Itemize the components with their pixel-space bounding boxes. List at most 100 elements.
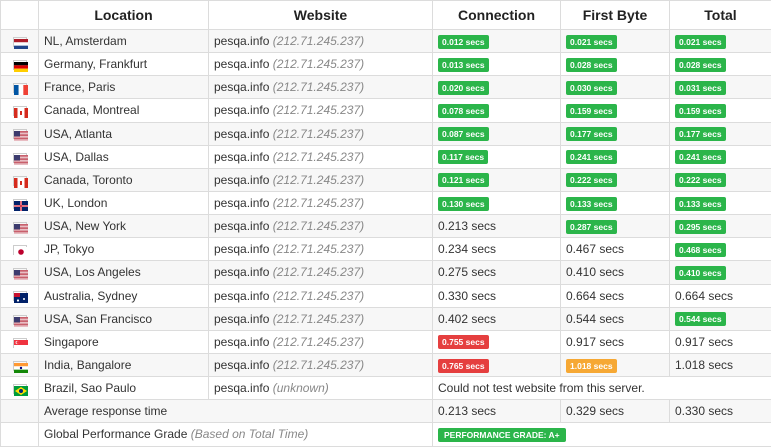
first-byte-cell: 1.018 secs	[560, 352, 670, 378]
website-name: pesqa.info	[214, 358, 270, 373]
location-cell: JP, Tokyo	[38, 237, 209, 262]
first-byte-cell: 0.917 secs	[560, 329, 670, 354]
connection-cell: 0.765 secs	[432, 352, 561, 378]
uk-flag-icon	[12, 198, 28, 211]
website-name: pesqa.info	[214, 334, 270, 349]
website-cell: pesqa.info (212.71.245.237)	[208, 52, 433, 77]
table-row: Canada, Toronto pesqa.info (212.71.245.23…	[0, 167, 771, 192]
location-cell: Germany, Frankfurt	[38, 52, 209, 77]
flag-cell	[0, 422, 39, 447]
total-cell-badge: 0.410 secs	[675, 265, 726, 280]
table-row: France, Paris pesqa.info (212.71.245.237)…	[0, 75, 771, 100]
total-cell-badge: 0.159 secs	[675, 103, 726, 118]
ip-address: (212.71.245.237)	[272, 334, 365, 349]
first-byte-cell: 0.664 secs	[560, 283, 670, 308]
website-name: pesqa.info	[214, 265, 270, 280]
connection-cell-badge: 0.087 secs	[438, 127, 489, 142]
flag-cell	[0, 144, 39, 169]
connection-cell-badge: 0.765 secs	[438, 358, 489, 373]
website-cell: pesqa.info (212.71.245.237)	[208, 214, 433, 239]
average-label: Average response time	[38, 399, 433, 424]
first-byte-cell-badge: 0.021 secs	[566, 34, 617, 49]
first-byte-cell: 0.241 secs	[560, 144, 670, 169]
connection-cell: 0.402 secs	[432, 306, 561, 331]
in-flag-icon	[12, 360, 28, 373]
connection-cell: 0.020 secs	[432, 75, 561, 100]
total-cell-badge: 0.222 secs	[675, 173, 726, 188]
grade-badge-cell: PERFORMANCE GRADE: A+	[432, 422, 771, 447]
total-cell-badge: 0.028 secs	[675, 57, 726, 72]
performance-grade-badge: PERFORMANCE GRADE: A+	[438, 427, 566, 442]
total-cell: 0.295 secs	[669, 214, 771, 239]
connection-cell: 0.213 secs	[432, 214, 561, 239]
ip-address: (212.71.245.237)	[272, 57, 365, 72]
us-flag-icon	[12, 129, 28, 142]
jp-flag-icon	[12, 245, 28, 258]
first-byte-cell-badge: 0.222 secs	[566, 173, 617, 188]
first-byte-cell: 0.159 secs	[560, 98, 670, 123]
total-cell-badge: 0.295 secs	[675, 219, 726, 234]
ip-address: (212.71.245.237)	[272, 242, 365, 257]
average-first-byte: 0.329 secs	[560, 399, 670, 424]
first-byte-cell: 0.133 secs	[560, 190, 670, 216]
total-cell: 0.028 secs	[669, 52, 771, 77]
ip-address: (212.71.245.237)	[272, 34, 365, 49]
website-cell: pesqa.info (212.71.245.237)	[208, 167, 433, 192]
location-cell: USA, Los Angeles	[38, 260, 209, 285]
total-cell: 0.021 secs	[669, 28, 771, 54]
flag-cell	[0, 190, 39, 216]
de-flag-icon	[12, 60, 28, 73]
connection-cell: 0.275 secs	[432, 260, 561, 285]
table-row: JP, Tokyo pesqa.info (212.71.245.237) 0.23…	[0, 237, 771, 262]
flag-cell	[0, 399, 39, 424]
website-cell: pesqa.info (212.71.245.237)	[208, 306, 433, 331]
connection-cell: 0.117 secs	[432, 144, 561, 169]
website-name: pesqa.info	[214, 172, 270, 187]
header-flag	[0, 0, 39, 30]
connection-cell-badge: 0.121 secs	[438, 173, 489, 188]
connection-cell: 0.012 secs	[432, 28, 561, 54]
first-byte-cell-badge: 0.287 secs	[566, 219, 617, 234]
first-byte-cell: 0.287 secs	[560, 214, 670, 239]
total-cell: 0.133 secs	[669, 190, 771, 216]
website-cell: pesqa.info (212.71.245.237)	[208, 28, 433, 54]
br-flag-icon	[12, 384, 28, 396]
grade-label: Global Performance Grade	[44, 427, 188, 442]
ip-address: (212.71.245.237)	[272, 149, 365, 164]
table-row: Germany, Frankfurt pesqa.info (212.71.245…	[0, 52, 771, 77]
location-cell: USA, San Francisco	[38, 306, 209, 331]
total-cell-badge: 0.177 secs	[675, 127, 726, 142]
connection-cell-badge: 0.117 secs	[438, 150, 489, 165]
website-cell: pesqa.info (212.71.245.237)	[208, 190, 433, 216]
total-cell: 0.917 secs	[669, 329, 771, 354]
connection-cell: 0.078 secs	[432, 98, 561, 123]
table-row: NL, Amsterdam pesqa.info (212.71.245.237)…	[0, 28, 771, 54]
flag-cell	[0, 283, 39, 308]
flag-cell	[0, 167, 39, 192]
ip-address: (unknown)	[272, 381, 329, 396]
total-cell: 0.664 secs	[669, 283, 771, 308]
header-connection: Connection	[432, 0, 561, 30]
location-cell: Singapore	[38, 329, 209, 354]
nl-flag-icon	[12, 36, 28, 49]
website-name: pesqa.info	[214, 149, 270, 164]
website-name: pesqa.info	[214, 57, 270, 72]
first-byte-cell-badge: 0.028 secs	[566, 57, 617, 72]
total-cell-badge: 0.468 secs	[675, 242, 726, 257]
first-byte-cell-badge: 0.177 secs	[566, 127, 617, 142]
table-row: USA, Atlanta pesqa.info (212.71.245.237) 0…	[0, 121, 771, 146]
flag-cell	[0, 214, 39, 239]
website-name: pesqa.info	[214, 219, 270, 234]
header-first-byte: First Byte	[560, 0, 670, 30]
table-row: USA, Los Angeles pesqa.info (212.71.245.2…	[0, 260, 771, 285]
connection-cell: 0.130 secs	[432, 190, 561, 216]
us-flag-icon	[12, 152, 28, 165]
connection-cell-badge: 0.078 secs	[438, 103, 489, 118]
first-byte-cell-badge: 1.018 secs	[566, 358, 617, 373]
flag-cell	[0, 260, 39, 285]
average-connection: 0.213 secs	[432, 399, 561, 424]
location-cell: Canada, Montreal	[38, 98, 209, 123]
website-name: pesqa.info	[214, 311, 270, 326]
connection-cell-badge: 0.755 secs	[438, 335, 489, 350]
first-byte-cell-badge: 0.133 secs	[566, 196, 617, 211]
